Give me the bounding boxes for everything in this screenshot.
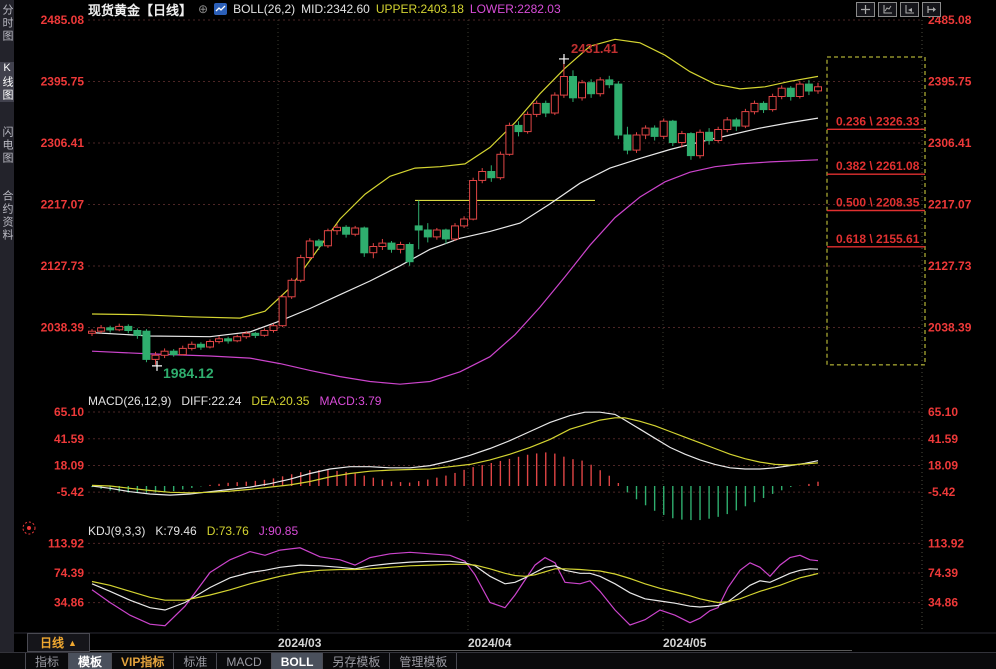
kdj-j-line xyxy=(92,548,818,626)
period-selector-button[interactable]: 日线▲ xyxy=(27,633,90,652)
tab-templates[interactable]: 模板 xyxy=(69,653,112,669)
chart-canvas[interactable]: 2485.082485.082395.752395.752306.412306.… xyxy=(0,0,996,669)
y-axis-label-right: 2038.39 xyxy=(928,321,972,335)
triangle-up-icon: ▲ xyxy=(68,638,77,648)
y-axis-label-left: 2395.75 xyxy=(41,74,85,88)
price-annotations: 2431.41 1984.12 xyxy=(152,41,618,381)
macd-diff-value: DIFF:22.24 xyxy=(181,394,241,408)
kdj-k-value: K:79.46 xyxy=(155,524,196,538)
y-axis-label-right: 2127.73 xyxy=(928,259,972,273)
xaxis-date-label: 2024/03 xyxy=(278,636,321,650)
y-axis-label-right: 65.10 xyxy=(928,405,958,419)
y-axis-label-right: 2217.07 xyxy=(928,197,972,211)
y-axis-label-left: 34.86 xyxy=(54,596,84,610)
y-axis-label-right: 74.39 xyxy=(928,566,958,580)
circle-plus-icon[interactable]: ⊕ xyxy=(198,2,208,16)
axis-scale-icon[interactable] xyxy=(878,2,897,17)
tab-vip-indicators[interactable]: VIP指标 xyxy=(112,653,174,669)
y-axis-label-left: 74.39 xyxy=(54,566,84,580)
pane-divider xyxy=(23,522,35,534)
trading-app-window: 2485.082485.082395.752395.752306.412306.… xyxy=(0,0,996,669)
y-axis-label-right: 34.86 xyxy=(928,596,958,610)
y-axis-label-right: -5.42 xyxy=(928,485,956,499)
axis-forward-icon[interactable] xyxy=(900,2,919,17)
y-axis-label-left: -5.42 xyxy=(57,485,85,499)
macd-title[interactable]: MACD(26,12,9) xyxy=(88,394,171,408)
fib-retracement: 0.236 \ 2326.33 0.382 \ 2261.08 0.500 \ 22… xyxy=(827,57,925,365)
tab-manage-template[interactable]: 管理模板 xyxy=(390,653,457,669)
y-axis-label-left: 2038.39 xyxy=(41,321,85,335)
xaxis-date-label: 2024/04 xyxy=(468,636,511,650)
crosshair-move-icon[interactable] xyxy=(856,2,875,17)
y-axis-label-right: 113.92 xyxy=(928,536,964,550)
xaxis-baseline xyxy=(87,650,852,651)
chart-type-sidebar: 分时图 K线图 闪电图 合约资料 xyxy=(0,0,14,669)
macd-pane-header: MACD(26,12,9) DIFF:22.24 DEA:20.35 MACD:… xyxy=(88,394,381,408)
boll-lower-line xyxy=(92,160,818,384)
xaxis-date-label: 2024/05 xyxy=(663,636,706,650)
symbol-title: 现货黄金【日线】 xyxy=(88,0,192,19)
boll-indicator-title[interactable]: BOLL(26,2) xyxy=(233,2,295,16)
boll-bands xyxy=(92,39,818,384)
kdj-pane xyxy=(92,548,818,626)
y-axis-label-left: 2127.73 xyxy=(41,259,85,273)
y-axis-label-left: 2485.08 xyxy=(41,13,85,27)
boll-lower-value: LOWER:2282.03 xyxy=(470,2,561,16)
high-price-annotation: 2431.41 xyxy=(571,41,618,56)
y-axis-label-left: 65.10 xyxy=(54,405,84,419)
sidebar-item-timeshare[interactable]: 分时图 xyxy=(0,4,14,43)
kdj-d-line xyxy=(92,564,818,602)
candlestick-mini-icon[interactable] xyxy=(214,3,227,15)
chart-toolbar xyxy=(856,2,941,17)
tab-boll[interactable]: BOLL xyxy=(272,653,324,669)
kdj-d-value: D:73.76 xyxy=(207,524,249,538)
fib-level-label: 0.500 \ 2208.35 xyxy=(836,196,920,210)
macd-dea-value: DEA:20.35 xyxy=(251,394,309,408)
y-axis-label-left: 113.92 xyxy=(48,536,84,550)
macd-macd-value: MACD:3.79 xyxy=(319,394,381,408)
sidebar-item-lightning[interactable]: 闪电图 xyxy=(0,126,14,165)
boll-mid-value: MID:2342.60 xyxy=(301,2,370,16)
tab-indicators[interactable]: 指标 xyxy=(26,653,69,669)
sidebar-item-kline[interactable]: K线图 xyxy=(0,62,14,102)
chart-header: 现货黄金【日线】 ⊕ BOLL(26,2) MID:2342.60 UPPER:… xyxy=(88,1,561,17)
sidebar-item-contract-info[interactable]: 合约资料 xyxy=(0,190,14,242)
y-axis-label-left: 18.09 xyxy=(54,458,84,472)
y-axis-label-right: 41.59 xyxy=(928,432,958,446)
tab-standard[interactable]: 标准 xyxy=(174,653,217,669)
y-axis-label-left: 2306.41 xyxy=(41,136,85,150)
tab-macd[interactable]: MACD xyxy=(217,653,271,669)
screen-switch-icon[interactable] xyxy=(922,2,941,17)
kdj-pane-header: KDJ(9,3,3) K:79.46 D:73.76 J:90.85 xyxy=(88,524,298,538)
tabbar-spacer xyxy=(0,653,26,669)
y-axis-label-left: 41.59 xyxy=(54,432,84,446)
fib-level-label: 0.236 \ 2326.33 xyxy=(836,114,920,128)
tab-save-template[interactable]: 另存模板 xyxy=(323,653,390,669)
macd-pane xyxy=(92,412,818,520)
boll-upper-value: UPPER:2403.18 xyxy=(376,2,464,16)
low-price-annotation: 1984.12 xyxy=(163,365,214,381)
bottom-tabbar: 指标 模板 VIP指标 标准 MACD BOLL 另存模板 管理模板 xyxy=(0,652,996,669)
y-axis-label-right: 2306.41 xyxy=(928,136,972,150)
kdj-title[interactable]: KDJ(9,3,3) xyxy=(88,524,145,538)
y-axis-label-right: 18.09 xyxy=(928,458,958,472)
grid-and-axes: 2485.082485.082395.752395.752306.412306.… xyxy=(0,13,996,633)
y-axis-label-right: 2395.75 xyxy=(928,74,972,88)
kdj-j-value: J:90.85 xyxy=(259,524,298,538)
y-axis-label-left: 2217.07 xyxy=(41,197,85,211)
fib-level-label: 0.382 \ 2261.08 xyxy=(836,159,920,173)
candlestick-series xyxy=(89,57,822,365)
fib-level-label: 0.618 \ 2155.61 xyxy=(836,232,920,246)
